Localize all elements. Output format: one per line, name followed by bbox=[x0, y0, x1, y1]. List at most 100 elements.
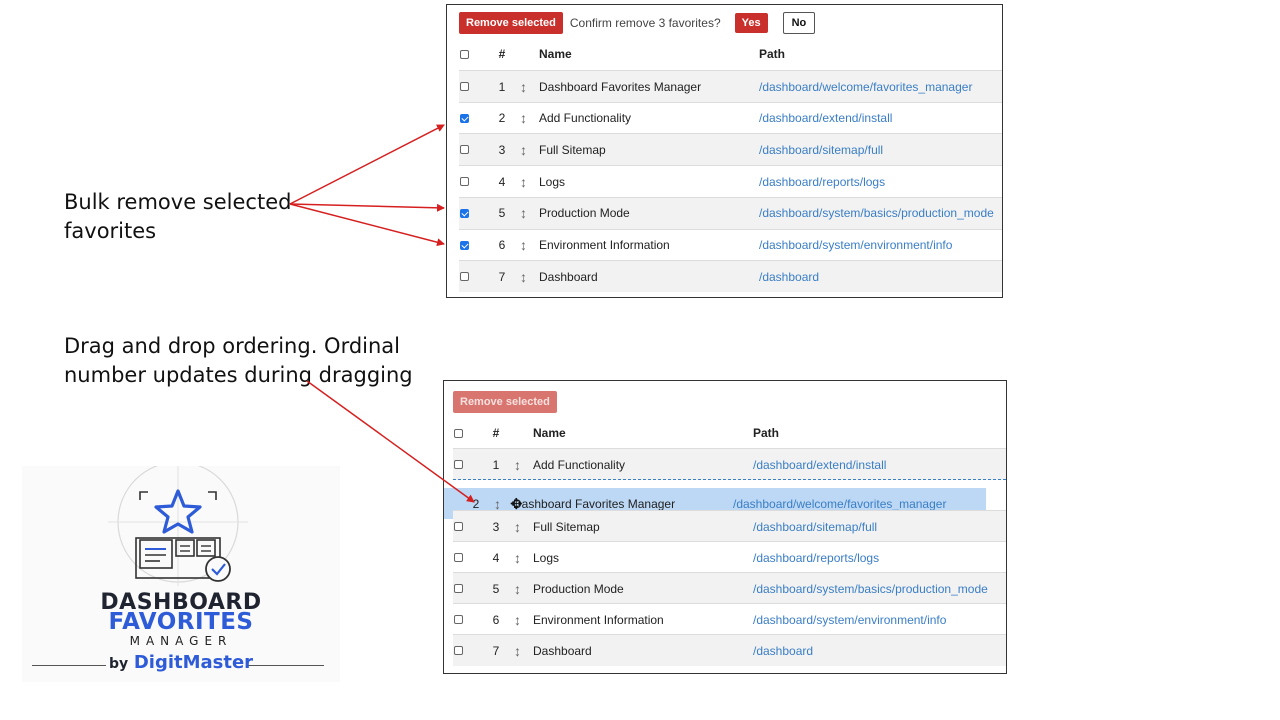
row-name: Environment Information bbox=[533, 612, 664, 627]
confirm-remove-text: Confirm remove 3 favorites? bbox=[569, 16, 721, 30]
row-checkbox[interactable] bbox=[454, 522, 463, 531]
vertical-double-arrow-icon[interactable]: ↕ bbox=[520, 103, 530, 134]
row-name: Full Sitemap bbox=[539, 142, 606, 157]
row-path-link[interactable]: /dashboard/reports/logs bbox=[753, 542, 879, 573]
row-checkbox[interactable] bbox=[460, 113, 469, 123]
remove-selected-button[interactable]: Remove selected bbox=[459, 12, 563, 34]
row-ordinal: 2 bbox=[498, 111, 506, 126]
row-checkbox[interactable] bbox=[454, 460, 463, 469]
table-row[interactable]: 3 ↕ Full Sitemap/dashboard/sitemap/full bbox=[459, 133, 1002, 166]
table-row[interactable]: 4 ↕ Logs/dashboard/reports/logs bbox=[453, 541, 1006, 573]
logo-graphic bbox=[108, 466, 248, 586]
vertical-double-arrow-icon[interactable]: ↕ bbox=[520, 230, 530, 261]
confirm-yes-button[interactable]: Yes bbox=[734, 13, 768, 33]
row-path-link[interactable]: /dashboard bbox=[753, 635, 813, 666]
logo-brand-text: DigitMaster bbox=[133, 652, 254, 673]
row-path-link[interactable]: /dashboard/system/basics/production_mode bbox=[753, 573, 988, 604]
row-ordinal: 1 bbox=[492, 457, 500, 472]
table-row[interactable]: 7 ↕ Dashboard/dashboard bbox=[453, 634, 1006, 666]
confirm-no-button[interactable]: No bbox=[782, 12, 816, 34]
table-header: # Name Path bbox=[453, 420, 1006, 446]
row-path-link[interactable]: /dashboard/system/environment/info bbox=[759, 230, 952, 261]
vertical-double-arrow-icon[interactable]: ↕ bbox=[514, 573, 524, 604]
column-header-name: Name bbox=[539, 47, 572, 61]
table-row[interactable]: 1 ↕ Add Functionality/dashboard/extend/ins… bbox=[453, 448, 1006, 480]
dashboard-favorites-manager-logo: DASHBOARD FAVORITES MANAGER by DigitMast… bbox=[22, 466, 340, 682]
row-checkbox[interactable] bbox=[454, 553, 463, 562]
vertical-double-arrow-icon[interactable]: ↕ bbox=[520, 198, 530, 229]
favorites-table-bulk-remove: Remove selected Confirm remove 3 favorit… bbox=[446, 4, 1003, 298]
row-checkbox[interactable] bbox=[460, 145, 469, 155]
row-checkbox[interactable] bbox=[454, 646, 463, 655]
row-checkbox-cell bbox=[444, 488, 448, 519]
row-name: Logs bbox=[533, 550, 560, 565]
row-ordinal: 7 bbox=[498, 269, 506, 284]
table-row[interactable]: 6 ↕ Environment Information/dashboard/syst… bbox=[459, 228, 1002, 261]
table-row[interactable]: 5 ↕ Production Mode/dashboard/system/basic… bbox=[453, 572, 1006, 604]
column-header-number: # bbox=[492, 426, 500, 440]
row-path-link[interactable]: /dashboard/sitemap/full bbox=[753, 511, 877, 542]
favorites-table-drag-order: Remove selected # Name Path 1 ↕ Add Functi… bbox=[443, 380, 1007, 674]
row-checkbox-cell bbox=[460, 261, 474, 292]
table-row[interactable]: 3 ↕ Full Sitemap/dashboard/sitemap/full bbox=[453, 510, 1006, 542]
row-path-link[interactable]: /dashboard/system/basics/production_mode bbox=[759, 198, 994, 229]
row-checkbox-cell bbox=[460, 166, 474, 197]
row-path-link[interactable]: /dashboard bbox=[759, 261, 819, 292]
row-name: Add Functionality bbox=[533, 457, 626, 472]
vertical-double-arrow-icon[interactable]: ↕ bbox=[514, 604, 524, 635]
row-name: Add Functionality bbox=[539, 111, 632, 126]
row-checkbox[interactable] bbox=[460, 177, 469, 187]
row-checkbox[interactable] bbox=[460, 208, 469, 218]
arrow-to-row-6 bbox=[289, 203, 445, 247]
row-checkbox[interactable] bbox=[454, 584, 463, 593]
table-row[interactable]: 7 ↕ Dashboard/dashboard bbox=[459, 260, 1002, 293]
row-name: Environment Information bbox=[539, 238, 670, 252]
table-row[interactable]: 4 ↕ Logs/dashboard/reports/logs bbox=[459, 165, 1002, 198]
row-ordinal: 6 bbox=[492, 612, 500, 627]
row-checkbox[interactable] bbox=[460, 82, 469, 91]
select-all-checkbox[interactable] bbox=[454, 428, 463, 438]
remove-selected-button-disabled[interactable]: Remove selected bbox=[453, 391, 557, 413]
table-row[interactable]: 1 ↕ Dashboard Favorites Manager/dashboard/… bbox=[459, 70, 1002, 102]
row-checkbox-cell bbox=[454, 573, 468, 604]
row-ordinal: 6 bbox=[498, 238, 506, 252]
row-name: Full Sitemap bbox=[533, 519, 600, 534]
row-checkbox[interactable] bbox=[460, 240, 469, 250]
table-row[interactable]: 2 ↕ Add Functionality/dashboard/extend/ins… bbox=[459, 101, 1002, 134]
row-ordinal: 4 bbox=[492, 550, 500, 565]
row-checkbox-cell bbox=[454, 449, 468, 480]
row-name: Production Mode bbox=[539, 206, 630, 221]
row-path-link[interactable]: /dashboard/welcome/favorites_manager bbox=[759, 71, 972, 102]
table-header: # Name Path bbox=[459, 41, 1002, 67]
vertical-double-arrow-icon[interactable]: ↕ bbox=[514, 511, 524, 542]
row-path-link[interactable]: /dashboard/reports/logs bbox=[759, 166, 885, 197]
row-name: Dashboard bbox=[533, 643, 592, 658]
row-name: Dashboard bbox=[539, 269, 598, 284]
vertical-double-arrow-icon[interactable]: ↕ bbox=[514, 542, 524, 573]
vertical-double-arrow-icon[interactable]: ↕ bbox=[520, 166, 530, 197]
table-row[interactable]: 5 ↕ Production Mode/dashboard/system/basic… bbox=[459, 196, 1002, 229]
row-ordinal: 3 bbox=[498, 142, 506, 157]
row-ordinal: 5 bbox=[498, 206, 506, 221]
row-checkbox-cell bbox=[460, 103, 474, 134]
arrow-to-row-5 bbox=[289, 203, 445, 212]
row-ordinal: 3 bbox=[492, 519, 500, 534]
row-name: Production Mode bbox=[533, 581, 624, 596]
drop-placeholder-line bbox=[453, 479, 1006, 480]
table-row[interactable]: 6 ↕ Environment Information/dashboard/syst… bbox=[453, 603, 1006, 635]
vertical-double-arrow-icon[interactable]: ↕ bbox=[514, 449, 524, 480]
vertical-double-arrow-icon[interactable]: ↕ bbox=[520, 261, 530, 292]
row-ordinal: 5 bbox=[492, 581, 500, 596]
row-path-link[interactable]: /dashboard/system/environment/info bbox=[753, 604, 946, 635]
column-header-path: Path bbox=[753, 426, 780, 440]
row-path-link[interactable]: /dashboard/extend/install bbox=[753, 449, 886, 480]
column-header-path: Path bbox=[759, 47, 786, 61]
row-checkbox[interactable] bbox=[454, 615, 463, 624]
row-path-link[interactable]: /dashboard/extend/install bbox=[759, 103, 892, 134]
select-all-checkbox[interactable] bbox=[460, 49, 469, 59]
vertical-double-arrow-icon[interactable]: ↕ bbox=[514, 635, 524, 666]
vertical-double-arrow-icon[interactable]: ↕ bbox=[520, 71, 530, 102]
row-path-link[interactable]: /dashboard/sitemap/full bbox=[759, 134, 883, 165]
vertical-double-arrow-icon[interactable]: ↕ bbox=[520, 134, 530, 165]
row-checkbox[interactable] bbox=[460, 272, 469, 282]
